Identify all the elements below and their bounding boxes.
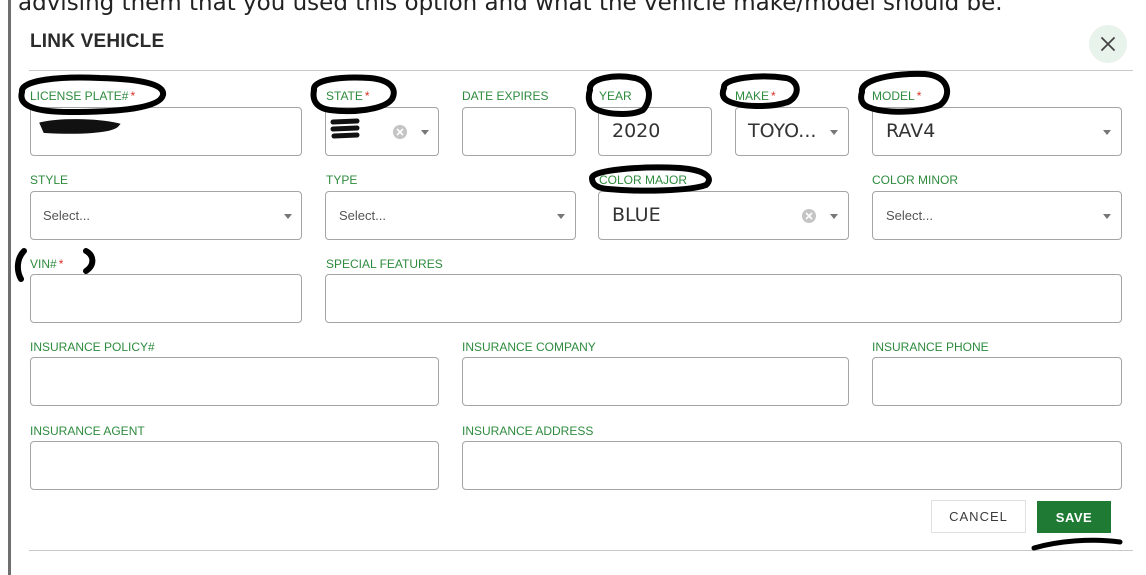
clear-circle-icon[interactable] (801, 208, 817, 224)
license-plate-label: LICENSE PLATE# * (30, 89, 136, 103)
color-major-select[interactable]: BLUE (598, 191, 849, 240)
special-features-label: SPECIAL FEATURES (326, 257, 443, 271)
style-placeholder: Select... (43, 208, 90, 223)
state-select[interactable] (325, 107, 439, 156)
insurance-policy-label: INSURANCE POLICY# (30, 340, 155, 354)
close-icon (1101, 37, 1115, 51)
type-select[interactable]: Select... (325, 191, 576, 240)
year-value: 2020 (612, 120, 661, 142)
insurance-phone-label: INSURANCE PHONE (872, 340, 989, 354)
style-select[interactable]: Select... (30, 191, 302, 240)
color-minor-label: COLOR MINOR (872, 173, 959, 187)
header-divider (29, 70, 1133, 71)
date-expires-input[interactable] (462, 107, 576, 156)
insurance-agent-input[interactable] (30, 441, 439, 490)
insurance-phone-input[interactable] (872, 357, 1122, 406)
chevron-down-icon[interactable] (284, 214, 292, 219)
license-plate-input[interactable] (30, 107, 302, 156)
insurance-company-input[interactable] (462, 357, 849, 406)
clear-circle-icon[interactable] (392, 124, 408, 140)
model-label: MODEL * (872, 89, 922, 103)
year-label: YEAR (599, 89, 632, 103)
chevron-down-icon[interactable] (557, 214, 565, 219)
model-value: RAV4 (886, 120, 936, 142)
annotation-bracket-vin-right (83, 248, 96, 274)
vin-input[interactable] (30, 274, 302, 323)
type-label: TYPE (326, 173, 358, 187)
special-features-input[interactable] (325, 274, 1122, 323)
footer-divider (29, 550, 1133, 551)
chevron-down-icon[interactable] (421, 130, 429, 135)
style-label: STYLE (30, 173, 69, 187)
chevron-down-icon[interactable] (1103, 130, 1111, 135)
annotation-bracket-vin-left (14, 248, 27, 282)
type-placeholder: Select... (339, 208, 386, 223)
insurance-address-label: INSURANCE ADDRESS (462, 424, 594, 438)
model-select[interactable]: RAV4 (872, 107, 1122, 156)
insurance-agent-label: INSURANCE AGENT (30, 424, 145, 438)
chevron-down-icon[interactable] (830, 130, 838, 135)
cancel-button[interactable]: CANCEL (931, 500, 1026, 533)
state-label: STATE * (326, 89, 370, 103)
chevron-down-icon[interactable] (1103, 214, 1111, 219)
background-document-text: advising them that you used this option … (18, 0, 1003, 16)
color-minor-placeholder: Select... (886, 208, 933, 223)
year-input[interactable]: 2020 (598, 107, 712, 156)
make-label: MAKE * (735, 89, 776, 103)
insurance-company-label: INSURANCE COMPANY (462, 340, 596, 354)
color-major-value: BLUE (612, 204, 661, 226)
insurance-policy-input[interactable] (30, 357, 439, 406)
save-button[interactable]: SAVE (1037, 501, 1111, 533)
date-expires-label: DATE EXPIRES (462, 89, 549, 103)
dialog-title: LINK VEHICLE (30, 31, 165, 52)
insurance-address-input[interactable] (462, 441, 1122, 490)
chevron-down-icon[interactable] (830, 214, 838, 219)
close-button[interactable] (1089, 25, 1127, 63)
document-margin-bar (8, 0, 11, 575)
make-select[interactable]: TOYO... (735, 107, 849, 156)
vin-label: VIN# * (30, 257, 64, 271)
color-major-label: COLOR MAJOR (599, 173, 688, 187)
color-minor-select[interactable]: Select... (872, 191, 1122, 240)
annotation-underline-save (1031, 537, 1123, 551)
make-value: TOYO... (748, 120, 817, 142)
